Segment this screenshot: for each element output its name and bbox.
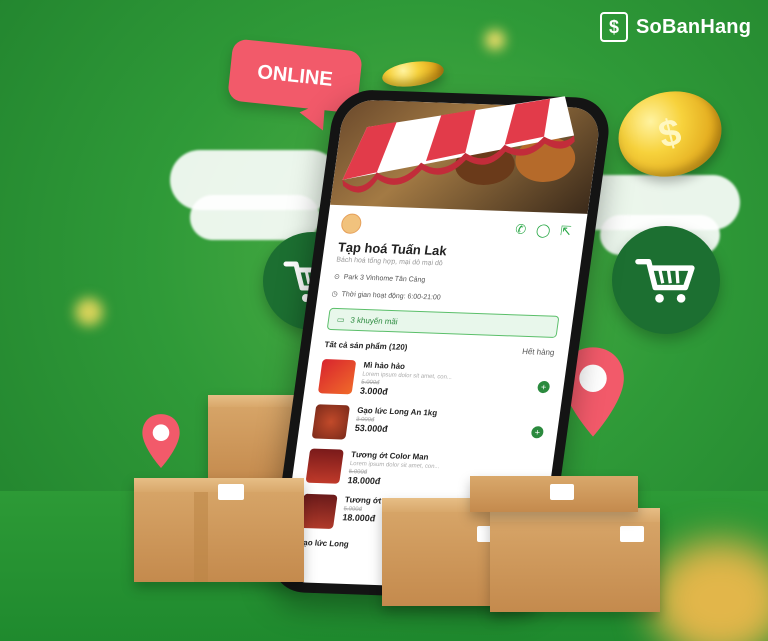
share-icon[interactable]: ⇱ [559,223,572,239]
products-header: Tất cả sản phẩm (120) [324,339,409,352]
map-pin-icon [142,414,180,468]
blur-dot [75,298,103,326]
brand-name: SoBanHang [636,15,752,38]
product-price: 3.000đ [359,385,389,397]
brand-logo: $ SoBanHang [600,12,751,42]
product-name: Tương ớt Color Man [350,449,430,462]
product-price: 18.000đ [341,512,376,524]
box-top-right [470,476,638,512]
add-to-cart-button[interactable]: + [536,380,551,394]
coin-dollar-sign: $ [654,110,686,157]
promo-scene: $ SoBanHang ONLINE $ ✆ ◯ ⇱ Tạp hoá Tuấn … [0,0,768,641]
product-price: 18.000đ [346,475,382,487]
box-label [218,484,244,500]
add-to-cart-button[interactable]: + [530,426,545,439]
brand-mark: $ [600,12,628,42]
box-front-left [134,478,304,582]
box-label [620,526,644,542]
shop-hours: Thời gian hoạt động: 6:00-21:00 [341,290,442,302]
product-image [317,359,357,395]
product-price: 53.000đ [354,422,389,435]
promo-label: 3 khuyến mãi [349,315,399,326]
product-image [299,493,338,530]
product-image [305,448,344,484]
shop-avatar [340,213,363,235]
product-name: Gạo lức Long An 1kg [356,405,438,418]
phone-icon[interactable]: ✆ [514,221,527,237]
promo-button[interactable]: ▭ 3 khuyến mãi [326,307,560,339]
shop-address: Park 3 Vinhome Tân Cảng [343,273,426,284]
product-name: Gạo lức Long [296,537,350,549]
product-image [311,404,351,440]
cart-badge-right [612,226,720,334]
sort-dropdown[interactable]: Hết hàng [522,347,555,357]
product-item[interactable]: Mì hảo hảo Lorem ipsum dolor sit amet, c… [317,359,553,402]
coin-dollar: $ [609,80,731,188]
box-label [550,484,574,500]
product-name: Tương ớt [344,495,382,506]
location-icon: ⊙ [333,273,341,281]
clock-icon: ◷ [331,290,339,298]
product-item[interactable]: Gạo lức Long An 1kg 3.000đ 53.000đ + [311,404,546,446]
shopping-cart-icon [635,258,695,303]
chat-icon[interactable]: ◯ [535,222,552,239]
coin-flat [380,57,446,91]
ticket-icon: ▭ [336,314,346,324]
product-name: Mì hảo hảo [362,360,406,372]
blur-dot [485,30,505,50]
box-front-right [490,508,660,612]
